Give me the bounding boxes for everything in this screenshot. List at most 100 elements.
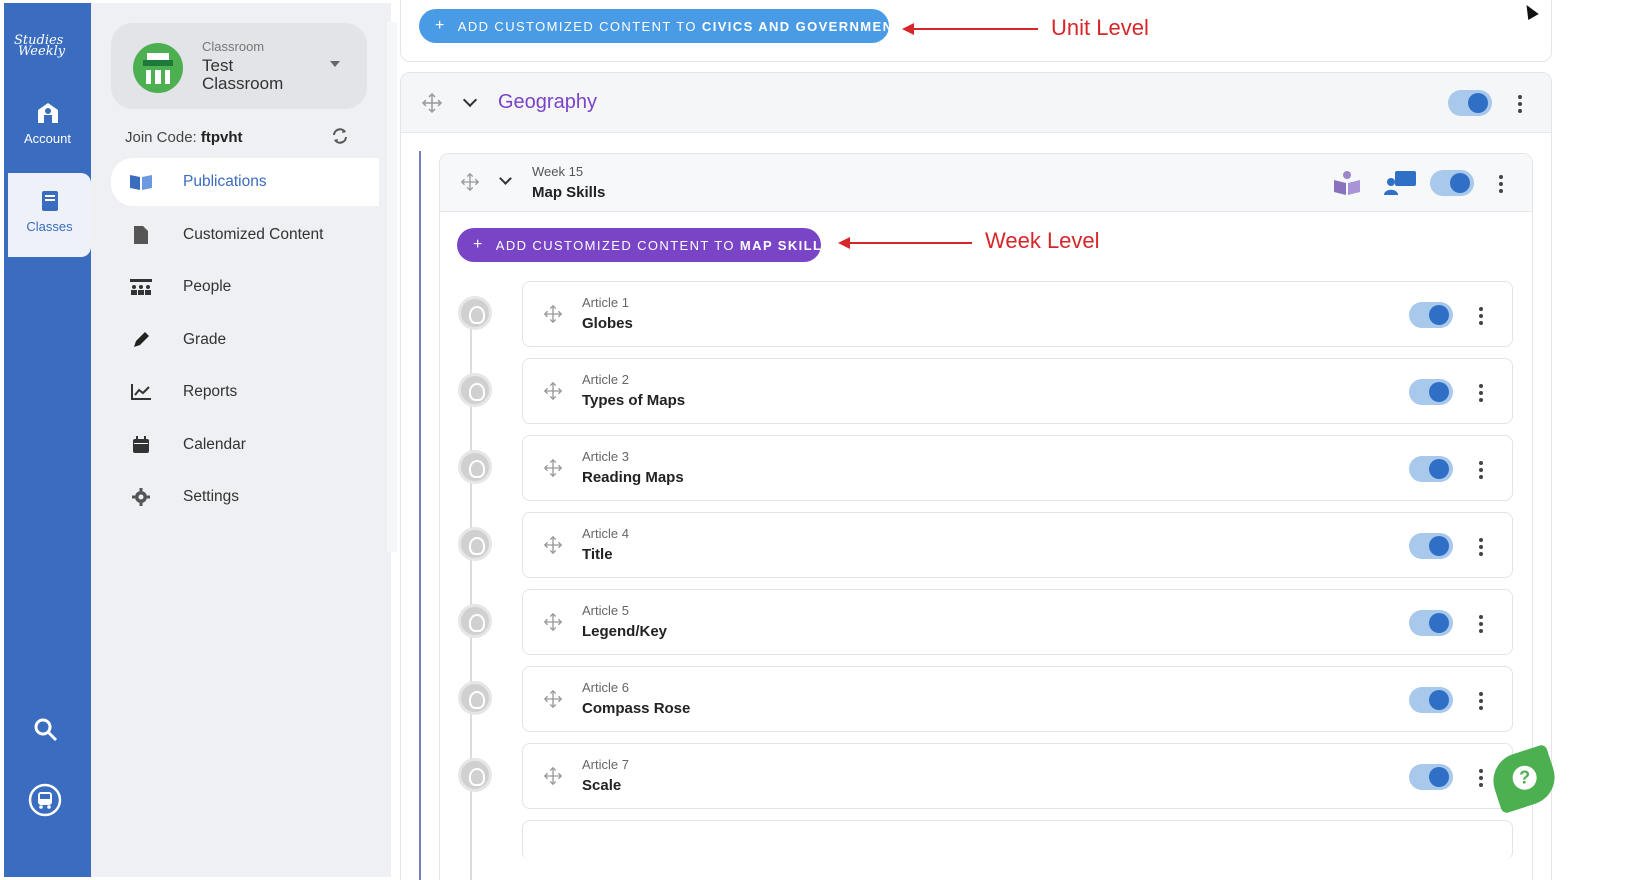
app-rail: Studies Weekly Account Classes xyxy=(4,3,91,877)
article-more-icon[interactable] xyxy=(1479,307,1483,328)
week-title: Map Skills xyxy=(532,184,606,201)
studies-weekly-logo[interactable]: Studies Weekly xyxy=(14,34,84,58)
rail-item-classes[interactable]: Classes xyxy=(8,173,91,257)
article-title: Globes xyxy=(582,315,633,332)
nav-item-people[interactable]: People xyxy=(111,263,379,311)
article-title: Compass Rose xyxy=(582,700,691,717)
article-card[interactable]: Article 3 Reading Maps xyxy=(522,435,1513,501)
article-card[interactable]: Article 7 Scale xyxy=(522,743,1513,809)
book-open-icon xyxy=(129,173,153,191)
unit-header: Geography xyxy=(401,73,1551,133)
calendar-icon xyxy=(129,436,153,454)
article-visibility-toggle[interactable] xyxy=(1409,456,1453,482)
article-more-icon[interactable] xyxy=(1479,615,1483,636)
article-visibility-toggle[interactable] xyxy=(1409,687,1453,713)
pencil-icon xyxy=(129,330,153,350)
unit-more-icon[interactable] xyxy=(1518,95,1522,116)
drag-move-icon[interactable] xyxy=(543,766,563,786)
rail-item-account[interactable]: Account xyxy=(8,101,87,146)
classroom-sidebar: Classroom Test Classroom Join Code: ftpv… xyxy=(91,3,391,877)
article-card[interactable]: Article 6 Compass Rose xyxy=(522,666,1513,732)
drag-move-icon[interactable] xyxy=(543,612,563,632)
people-icon xyxy=(129,278,153,296)
article-visibility-toggle[interactable] xyxy=(1409,610,1453,636)
unit-visibility-toggle[interactable] xyxy=(1448,90,1492,116)
article-more-icon[interactable] xyxy=(1479,384,1483,405)
article-title: Scale xyxy=(582,777,622,794)
classroom-selector[interactable]: Classroom Test Classroom xyxy=(111,23,367,109)
article-status-icon xyxy=(458,604,492,638)
reader-icon[interactable] xyxy=(1333,170,1361,196)
article-more-icon[interactable] xyxy=(1479,692,1483,713)
chart-icon xyxy=(129,383,153,401)
nav-item-customized-content[interactable]: Customized Content xyxy=(111,211,379,259)
article-status-icon xyxy=(458,296,492,330)
join-code: Join Code: ftpvht xyxy=(125,129,243,146)
article-number: Article 1 xyxy=(582,295,629,310)
article-status-icon xyxy=(458,450,492,484)
article-status-icon xyxy=(458,527,492,561)
article-more-icon[interactable] xyxy=(1479,461,1483,482)
book-icon xyxy=(41,191,58,211)
add-unit-content-button[interactable]: + ADD CUSTOMIZED CONTENT TO CIVICS AND G… xyxy=(419,9,901,43)
help-icon: ? xyxy=(1512,765,1537,790)
plus-icon: + xyxy=(473,236,484,253)
drag-move-icon[interactable] xyxy=(543,689,563,709)
drag-move-icon[interactable] xyxy=(543,304,563,324)
article-visibility-toggle[interactable] xyxy=(1409,379,1453,405)
article-title: Types of Maps xyxy=(582,392,686,409)
week-more-icon[interactable] xyxy=(1499,175,1503,196)
drag-move-icon[interactable] xyxy=(543,535,563,555)
drag-move-icon[interactable] xyxy=(460,172,480,192)
add-week-content-button[interactable]: + ADD CUSTOMIZED CONTENT TO MAP SKILLS xyxy=(457,228,831,262)
article-card[interactable]: Article 4 Title xyxy=(522,512,1513,578)
plus-icon: + xyxy=(435,17,446,34)
search-icon[interactable] xyxy=(33,717,59,743)
article-visibility-toggle[interactable] xyxy=(1409,533,1453,559)
unit-title: Geography xyxy=(498,91,597,113)
article-number: Article 2 xyxy=(582,372,629,387)
nav-item-reports[interactable]: Reports xyxy=(111,368,379,416)
article-more-icon[interactable] xyxy=(1479,769,1483,790)
presentation-icon[interactable] xyxy=(1383,170,1417,196)
week-connector-line xyxy=(419,151,421,880)
gear-icon xyxy=(129,487,153,507)
article-status-icon xyxy=(458,373,492,407)
article-number: Article 5 xyxy=(582,603,629,618)
classroom-name: Test Classroom xyxy=(202,56,284,93)
week-visibility-toggle[interactable] xyxy=(1430,170,1474,196)
chevron-down-icon[interactable] xyxy=(499,172,512,185)
nav-item-settings[interactable]: Settings xyxy=(111,473,379,521)
nav-item-publications[interactable]: Publications xyxy=(111,158,379,206)
article-visibility-toggle[interactable] xyxy=(1409,302,1453,328)
drag-move-icon[interactable] xyxy=(543,381,563,401)
drag-move-icon[interactable] xyxy=(543,458,563,478)
article-number: Article 4 xyxy=(582,526,629,541)
annotation-unit-level: Unit Level xyxy=(1051,15,1149,40)
article-title: Legend/Key xyxy=(582,623,668,640)
nav-item-calendar[interactable]: Calendar xyxy=(111,421,379,469)
article-card[interactable]: Article 5 Legend/Key xyxy=(522,589,1513,655)
annotation-arrow-week xyxy=(838,237,972,249)
drag-move-icon[interactable] xyxy=(421,92,443,114)
article-number: Article 3 xyxy=(582,449,629,464)
article-card[interactable]: Article 2 Types of Maps xyxy=(522,358,1513,424)
classroom-label: Classroom xyxy=(202,39,265,54)
article-visibility-toggle[interactable] xyxy=(1409,764,1453,790)
annotation-arrow-unit xyxy=(902,23,1038,35)
article-number: Article 7 xyxy=(582,757,629,772)
article-status-icon xyxy=(458,681,492,715)
document-icon xyxy=(129,225,153,245)
bus-icon[interactable] xyxy=(28,783,62,817)
refresh-icon[interactable] xyxy=(331,127,349,145)
article-card[interactable]: Article 1 Globes xyxy=(522,281,1513,347)
nav-item-grade[interactable]: Grade xyxy=(111,316,379,364)
article-more-icon[interactable] xyxy=(1479,538,1483,559)
sidebar-scrollbar[interactable] xyxy=(387,22,397,552)
chevron-down-icon[interactable] xyxy=(462,92,478,108)
annotation-week-level: Week Level xyxy=(985,228,1100,253)
article-title: Reading Maps xyxy=(582,469,684,486)
article-number: Article 6 xyxy=(582,680,629,695)
week-header: Week 15 Map Skills xyxy=(440,154,1532,212)
caret-down-icon[interactable] xyxy=(330,61,340,67)
